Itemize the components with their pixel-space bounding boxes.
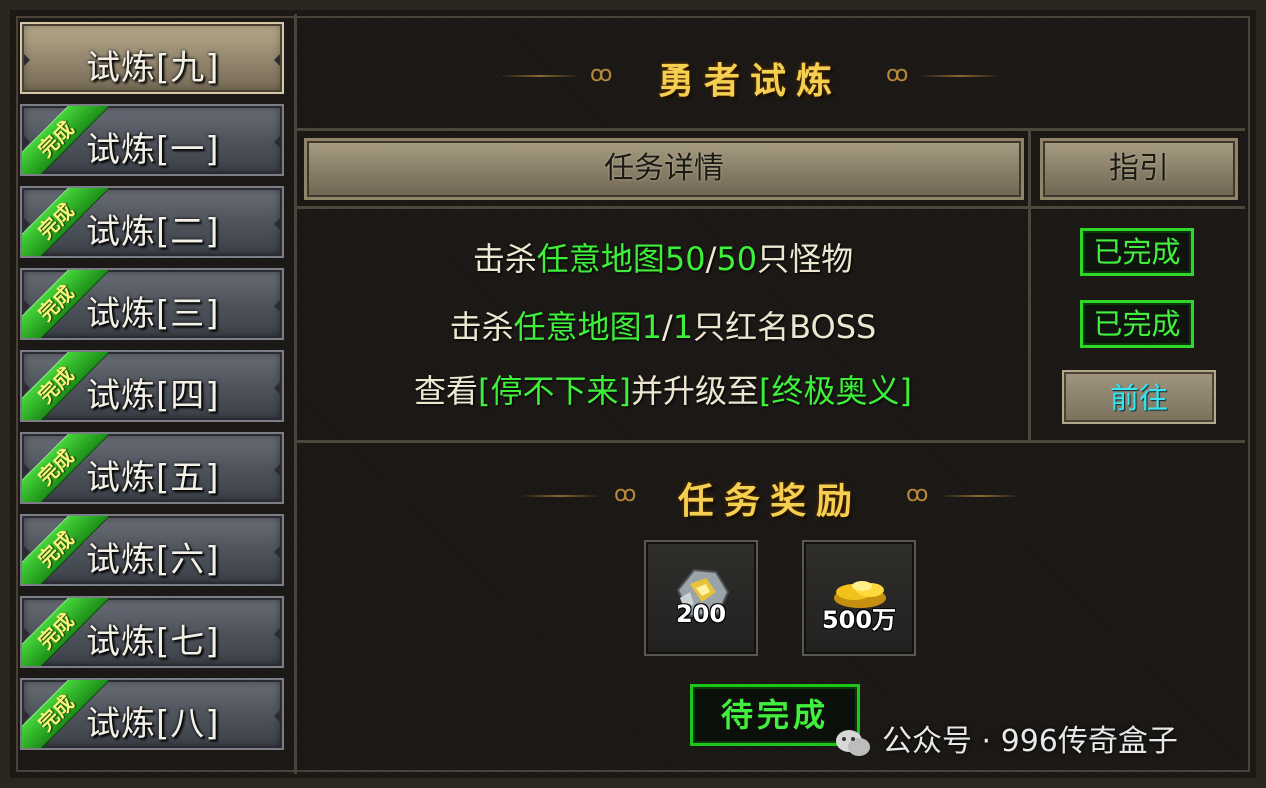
skill-link[interactable]: [终极奥义] bbox=[759, 372, 912, 410]
reward-slot-ore[interactable]: 200 bbox=[644, 540, 758, 656]
header-task-details: 任务详情 bbox=[304, 138, 1024, 200]
page-title: 勇者试炼 bbox=[657, 60, 842, 102]
sidebar-item-label: 试炼[九] bbox=[86, 48, 220, 88]
table-top-border bbox=[297, 128, 1245, 131]
task-line-3: 查看[停不下来]并升级至[终极奥义] bbox=[414, 372, 912, 410]
watermark: 公众号 · 996传奇盒子 bbox=[834, 716, 1178, 760]
title-divider-right bbox=[920, 75, 1000, 77]
task-2-completed-status: 已完成 bbox=[1080, 300, 1194, 348]
sidebar-item-trial-8[interactable]: 完成 试炼[八] bbox=[20, 678, 284, 750]
sidebar-item-trial-6[interactable]: 完成 试炼[六] bbox=[20, 514, 284, 586]
goto-button[interactable]: 前往 bbox=[1062, 370, 1216, 424]
scroll-ornament-icon: ꝏ bbox=[906, 482, 929, 507]
sidebar-item-label: 试炼[四] bbox=[86, 376, 220, 416]
sidebar-item-trial-5[interactable]: 完成 试炼[五] bbox=[20, 432, 284, 504]
table-column-divider bbox=[1028, 128, 1031, 443]
rewards-title-bar: ꝏ 任务奖励 ꝏ bbox=[520, 464, 1020, 524]
sidebar-item-trial-1[interactable]: 完成 试炼[一] bbox=[20, 104, 284, 176]
sidebar-item-label: 试炼[五] bbox=[86, 458, 220, 498]
table-header-divider bbox=[297, 206, 1245, 209]
sidebar-item-trial-9[interactable]: 试炼[九] bbox=[20, 22, 284, 94]
table-bottom-border bbox=[297, 440, 1245, 443]
title-divider-right bbox=[940, 495, 1020, 497]
task-1-completed-status: 已完成 bbox=[1080, 228, 1194, 276]
sidebar-item-trial-2[interactable]: 完成 试炼[二] bbox=[20, 186, 284, 258]
skill-link[interactable]: [停不下来] bbox=[478, 372, 631, 410]
ore-icon bbox=[676, 568, 730, 618]
sidebar-item-label: 试炼[七] bbox=[86, 622, 220, 662]
sidebar-item-label: 试炼[一] bbox=[86, 130, 220, 170]
sidebar-item-label: 试炼[三] bbox=[86, 294, 220, 334]
sidebar-item-label: 试炼[六] bbox=[86, 540, 220, 580]
sidebar-item-label: 试炼[二] bbox=[86, 212, 220, 252]
sidebar-item-trial-4[interactable]: 完成 试炼[四] bbox=[20, 350, 284, 422]
scroll-ornament-icon: ꝏ bbox=[886, 62, 909, 87]
reward-count: 200 bbox=[675, 600, 727, 628]
wechat-icon bbox=[836, 729, 870, 756]
rewards-title: 任务奖励 bbox=[677, 480, 862, 522]
trial-sidebar: 试炼[九] 完成 试炼[一] 完成 试炼[二] 完成 试炼[三] 完成 试炼[四… bbox=[12, 14, 297, 774]
sidebar-item-trial-7[interactable]: 完成 试炼[七] bbox=[20, 596, 284, 668]
sidebar-item-trial-3[interactable]: 完成 试炼[三] bbox=[20, 268, 284, 340]
task-line-2: 击杀任意地图1/1只红名BOSS bbox=[449, 308, 877, 346]
main-title-bar: ꝏ 勇者试炼 ꝏ bbox=[500, 44, 1000, 104]
header-guide: 指引 bbox=[1040, 138, 1238, 200]
gold-icon bbox=[834, 581, 886, 608]
watermark-text: 公众号 · 996传奇盒子 bbox=[882, 724, 1178, 759]
reward-count: 500万 bbox=[821, 606, 897, 634]
sidebar-item-label: 试炼[八] bbox=[86, 704, 220, 744]
reward-slot-gold[interactable]: 500万 bbox=[802, 540, 916, 656]
task-line-1: 击杀任意地图50/50只怪物 bbox=[472, 240, 854, 278]
